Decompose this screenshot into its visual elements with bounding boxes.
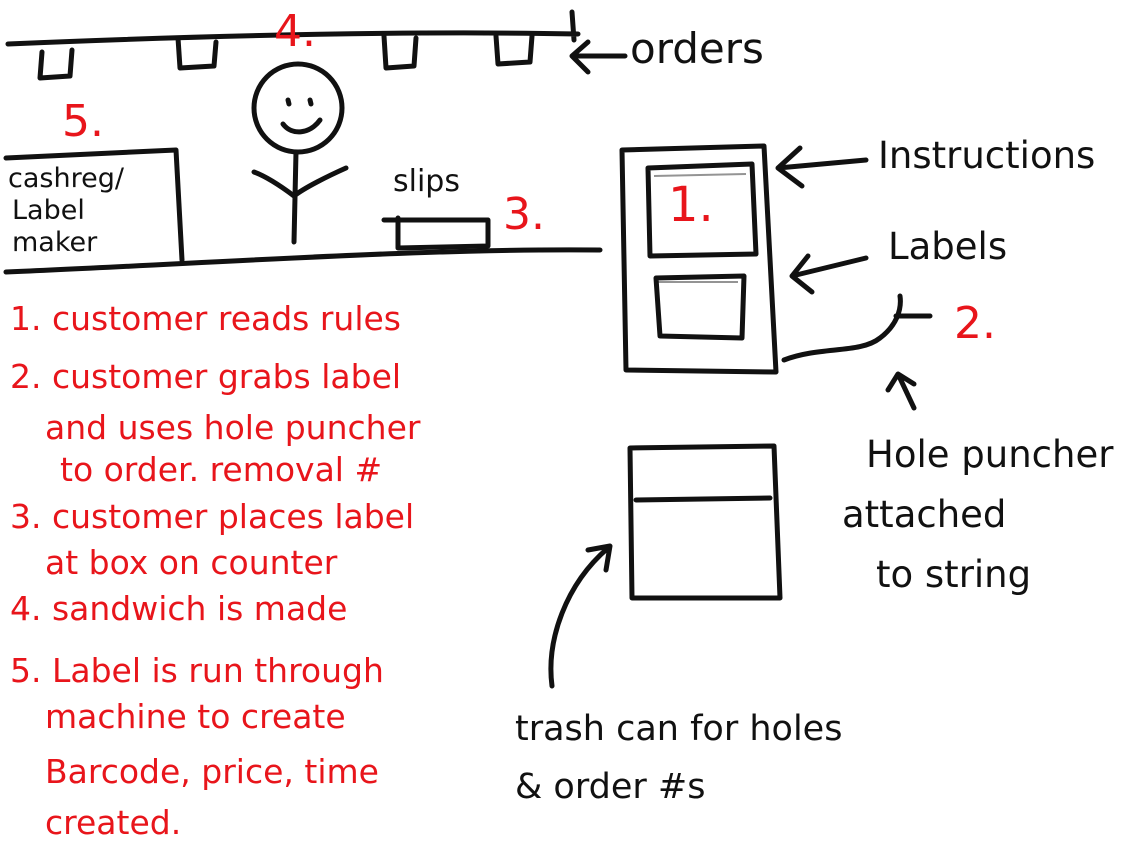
trash-can-label-line-1: trash can for holes: [515, 709, 843, 749]
order-clip-4: [493, 33, 535, 67]
step-4-text: 4. sandwich is made: [10, 589, 348, 628]
stick-figure-eyes: [285, 97, 314, 107]
hole-puncher-label-line-3: to string: [876, 553, 1032, 596]
step-5-text-line-1: 5. Label is run through: [10, 651, 384, 690]
whiteboard-sketch: orders 4. 5. cashreg/ Label maker slips …: [0, 0, 1133, 849]
register-label-line-1: cashreg/: [8, 163, 124, 194]
stick-figure-head: [251, 61, 345, 155]
trash-can-label-line-2: & order #s: [515, 767, 706, 807]
slips-box: [381, 215, 491, 251]
order-clip-2: [175, 35, 219, 71]
orders-arrow: [569, 39, 628, 75]
step-marker-3: 3.: [503, 189, 545, 240]
trash-can: [627, 443, 783, 601]
trash-arrow: [548, 543, 613, 689]
orders-label: orders: [630, 24, 764, 73]
hole-puncher-label-line-1: Hole puncher: [866, 433, 1114, 476]
register-label-line-3: maker: [12, 227, 98, 258]
step-1-text: 1. customer reads rules: [10, 299, 402, 338]
step-2-text-line-1: 2. customer grabs label: [10, 357, 402, 396]
labels-arrow: [789, 253, 869, 295]
step-3-text-line-2: at box on counter: [45, 543, 338, 582]
order-clip-1: [37, 47, 75, 81]
step-marker-5: 5.: [62, 96, 104, 147]
stick-figure-smile: [280, 117, 323, 135]
step-5-text-line-3: Barcode, price, time: [45, 752, 379, 791]
instructions-label: Instructions: [878, 134, 1096, 177]
labels-label: Labels: [888, 225, 1008, 268]
register-label-line-2: Label: [12, 195, 85, 226]
step-5-text-line-2: machine to create: [45, 697, 346, 736]
puncher-string: [781, 293, 933, 363]
step-marker-1: 1.: [668, 177, 714, 233]
step-marker-2: 2.: [954, 298, 996, 349]
instructions-arrow: [775, 145, 869, 189]
order-clip-3: [381, 33, 419, 71]
step-2-text-line-2: and uses hole puncher: [45, 408, 421, 447]
step-2-text-line-3: to order. removal #: [60, 450, 383, 489]
stick-figure-body: [251, 149, 349, 245]
step-5-text-line-4: created.: [45, 803, 182, 842]
step-marker-4: 4.: [274, 6, 316, 57]
step-3-text-line-1: 3. customer places label: [10, 497, 415, 536]
hole-puncher-label-line-2: attached: [842, 493, 1007, 536]
slips-label: slips: [393, 164, 460, 199]
puncher-arrow: [885, 371, 917, 411]
labels-holder: [653, 273, 747, 341]
